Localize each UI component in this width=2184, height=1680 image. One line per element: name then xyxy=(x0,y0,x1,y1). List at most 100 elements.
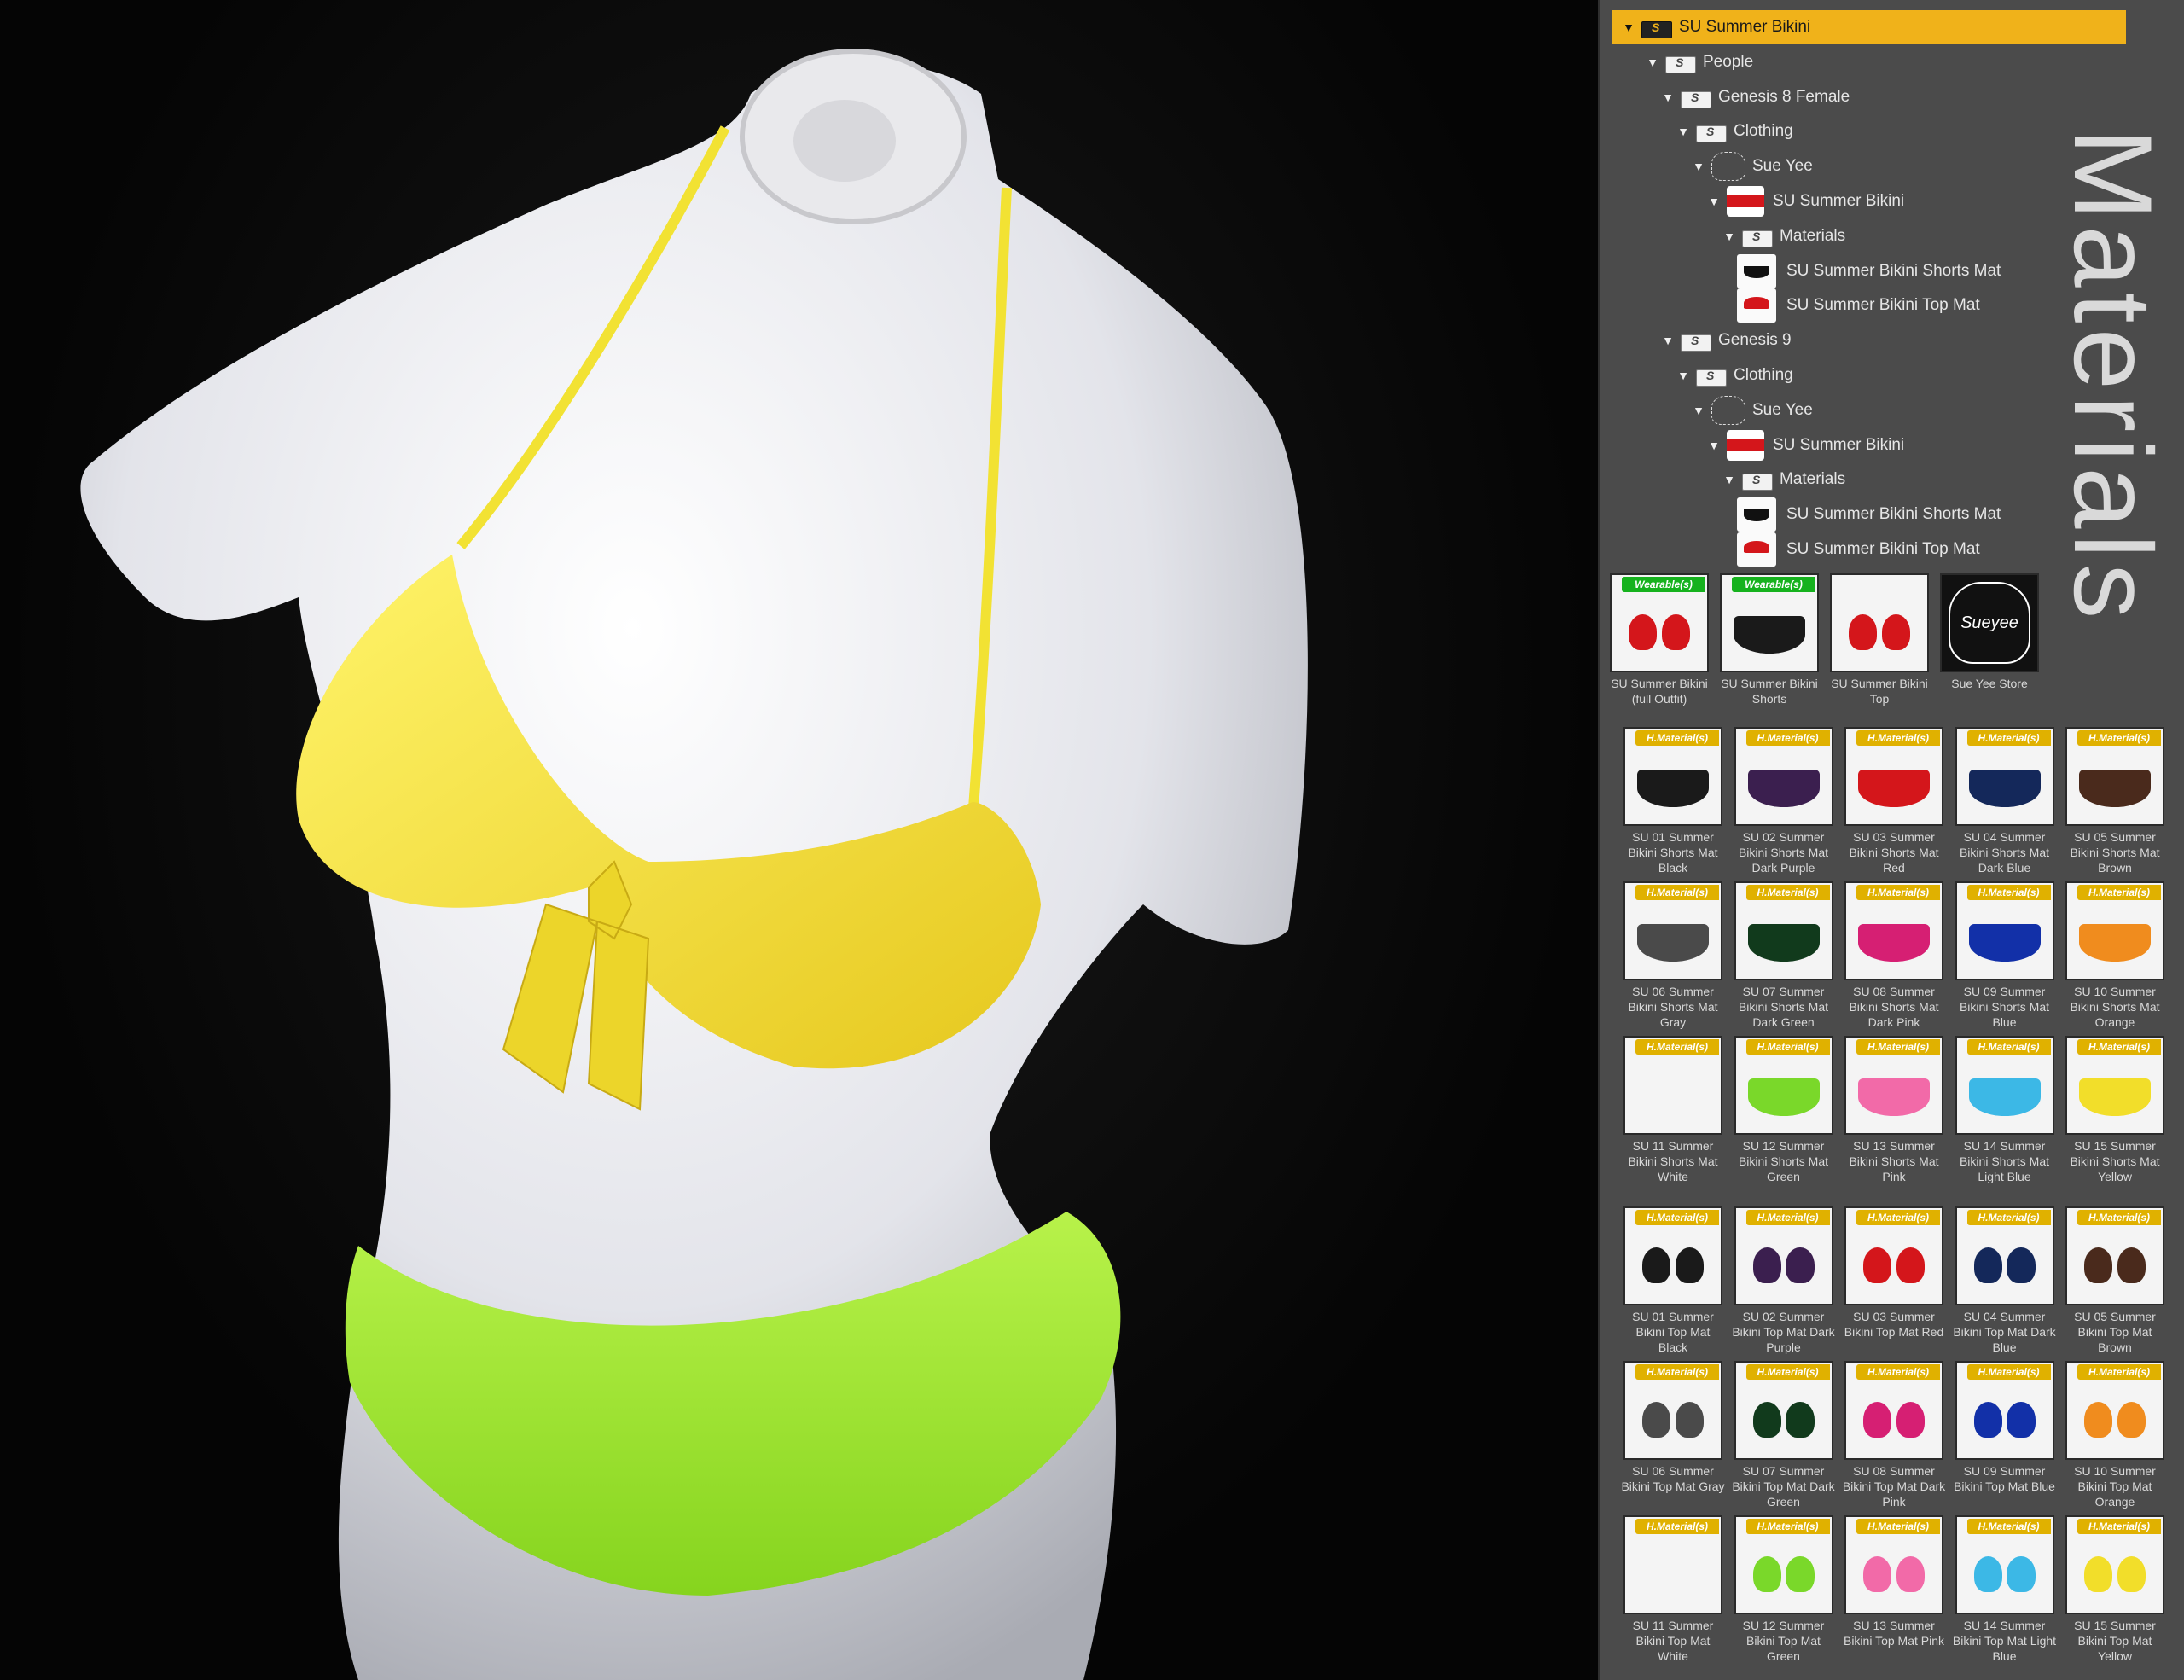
garment-preview xyxy=(1637,924,1709,962)
shorts-tile[interactable]: H.Material(s) SU 06 Summer Bikini Shorts … xyxy=(1621,881,1725,1030)
topmat-tile[interactable]: H.Material(s) SU 13 Summer Bikini Top Mat… xyxy=(1842,1515,1946,1648)
tree-row[interactable]: ▼ People xyxy=(1600,45,1753,79)
top-tile[interactable]: Sueyee Sue Yee Store xyxy=(1937,573,2042,691)
shorts-tile[interactable]: H.Material(s) SU 15 Summer Bikini Shorts … xyxy=(2063,1036,2167,1184)
vendor-icon xyxy=(1711,152,1745,182)
expand-arrow-icon[interactable]: ▼ xyxy=(1706,438,1722,453)
garment-preview xyxy=(1642,1397,1704,1438)
tree-row[interactable]: SU Summer Bikini Top Mat xyxy=(1600,288,1980,323)
tree-row-label: Sue Yee xyxy=(1752,400,1813,419)
material-badge: H.Material(s) xyxy=(1745,1519,1830,1534)
material-badge: H.Material(s) xyxy=(2077,1039,2161,1055)
expand-arrow-icon[interactable]: ▼ xyxy=(1691,403,1706,418)
thumbnail: H.Material(s) xyxy=(1623,727,1722,826)
tree-row[interactable]: ▼ Materials xyxy=(1600,219,1845,253)
folder-icon xyxy=(1641,18,1672,38)
tree-row[interactable]: SU Summer Bikini Shorts Mat xyxy=(1600,497,2001,532)
expand-arrow-icon[interactable]: ▼ xyxy=(1660,90,1676,105)
shorts-tile[interactable]: H.Material(s) SU 07 Summer Bikini Shorts … xyxy=(1732,881,1836,1030)
expand-arrow-icon[interactable]: ▼ xyxy=(1676,368,1691,383)
garment-preview xyxy=(1968,770,2041,807)
topmat-tile[interactable]: H.Material(s) SU 02 Summer Bikini Top Mat… xyxy=(1732,1206,1836,1355)
material-badge: H.Material(s) xyxy=(1635,730,1719,746)
garment-preview xyxy=(2084,1551,2146,1592)
material-badge: H.Material(s) xyxy=(1635,1210,1719,1225)
tree-row-label: SU Summer Bikini Shorts Mat xyxy=(1786,261,2001,280)
tile-caption: SU 06 Summer Bikini Shorts Mat Gray xyxy=(1628,985,1718,1029)
tree-row[interactable]: ▼ Clothing xyxy=(1600,114,1793,148)
topmat-tile[interactable]: H.Material(s) SU 05 Summer Bikini Top Mat… xyxy=(2063,1206,2167,1355)
garment-preview xyxy=(2079,1078,2151,1116)
topmat-tile[interactable]: H.Material(s) SU 07 Summer Bikini Top Mat… xyxy=(1732,1361,1836,1509)
tree-row[interactable]: SU Summer Bikini Top Mat xyxy=(1600,532,1980,567)
topmat-tile[interactable]: H.Material(s) SU 08 Summer Bikini Top Mat… xyxy=(1842,1361,1946,1509)
top-tile[interactable]: Wearable(s) SU Summer Bikini (full Outfit… xyxy=(1607,573,1711,706)
side-title: Materials xyxy=(2051,128,2175,625)
topmat-tile[interactable]: H.Material(s) SU 15 Summer Bikini Top Mat… xyxy=(2063,1515,2167,1664)
shorts-tile[interactable]: H.Material(s) SU 04 Summer Bikini Shorts … xyxy=(1953,727,2057,875)
tree-row-label: Genesis 9 xyxy=(1718,331,1792,350)
expand-arrow-icon[interactable]: ▼ xyxy=(1706,194,1722,209)
shorts-tile[interactable]: H.Material(s) SU 01 Summer Bikini Shorts … xyxy=(1621,727,1725,875)
expand-arrow-icon[interactable]: ▼ xyxy=(1676,124,1691,139)
expand-arrow-icon[interactable]: ▼ xyxy=(1691,159,1706,174)
expand-arrow-icon[interactable]: ▼ xyxy=(1645,55,1660,70)
topmat-tile[interactable]: H.Material(s) SU 12 Summer Bikini Top Mat… xyxy=(1732,1515,1836,1664)
tree-row-label: Clothing xyxy=(1734,366,1793,384)
topmat-tile[interactable]: H.Material(s) SU 04 Summer Bikini Top Mat… xyxy=(1953,1206,2057,1355)
expand-arrow-icon[interactable]: ▼ xyxy=(1722,472,1737,487)
tree-row[interactable]: ▼ Sue Yee xyxy=(1600,149,1813,183)
thumbnail: H.Material(s) xyxy=(1844,881,1943,980)
thumbnail: H.Material(s) xyxy=(2065,1206,2164,1305)
topmat-tile[interactable]: H.Material(s) SU 11 Summer Bikini Top Mat… xyxy=(1621,1515,1725,1664)
shorts-tile[interactable]: H.Material(s) SU 10 Summer Bikini Shorts … xyxy=(2063,881,2167,1030)
garment-preview xyxy=(1642,1551,1704,1592)
shorts-tile[interactable]: H.Material(s) SU 03 Summer Bikini Shorts … xyxy=(1842,727,1946,875)
material-badge: H.Material(s) xyxy=(1856,885,1940,900)
shorts-tile[interactable]: H.Material(s) SU 11 Summer Bikini Shorts … xyxy=(1621,1036,1725,1184)
shorts-tile[interactable]: H.Material(s) SU 08 Summer Bikini Shorts … xyxy=(1842,881,1946,1030)
folder-icon xyxy=(1665,53,1696,73)
topmat-tile[interactable]: H.Material(s) SU 01 Summer Bikini Top Mat… xyxy=(1621,1206,1725,1355)
thumbnail: H.Material(s) xyxy=(1955,1515,2054,1614)
shorts-tile[interactable]: H.Material(s) SU 12 Summer Bikini Shorts … xyxy=(1732,1036,1836,1184)
tree-row[interactable]: ▼ SU Summer Bikini xyxy=(1612,10,2126,44)
expand-arrow-icon[interactable]: ▼ xyxy=(1660,333,1676,348)
top-tile[interactable]: Wearable(s) SU Summer Bikini Shorts xyxy=(1717,573,1821,706)
vendor-icon xyxy=(1711,395,1745,425)
material-badge: H.Material(s) xyxy=(1745,885,1830,900)
expand-arrow-icon[interactable]: ▼ xyxy=(1621,20,1636,35)
tile-caption: SU 01 Summer Bikini Top Mat Black xyxy=(1632,1310,1714,1354)
topmat-tile[interactable]: H.Material(s) SU 09 Summer Bikini Top Mat… xyxy=(1953,1361,2057,1494)
shorts-tile[interactable]: H.Material(s) SU 14 Summer Bikini Shorts … xyxy=(1953,1036,2057,1184)
tree-row[interactable]: ▼ SU Summer Bikini xyxy=(1600,428,1904,462)
topmat-tile[interactable]: H.Material(s) SU 10 Summer Bikini Top Mat… xyxy=(2063,1361,2167,1509)
shorts-tile[interactable]: H.Material(s) SU 09 Summer Bikini Shorts … xyxy=(1953,881,2057,1030)
tile-caption: SU 10 Summer Bikini Top Mat Orange xyxy=(2074,1464,2156,1509)
thumbnail: H.Material(s) xyxy=(1844,727,1943,826)
topmat-tile[interactable]: H.Material(s) SU 14 Summer Bikini Top Mat… xyxy=(1953,1515,2057,1664)
tree-row[interactable]: ▼ Sue Yee xyxy=(1600,393,1813,427)
folder-icon xyxy=(1696,122,1727,143)
top-tile[interactable]: SU Summer Bikini Top xyxy=(1827,573,1931,706)
tree-row[interactable]: ▼ Genesis 9 xyxy=(1600,323,1792,358)
tile-caption: SU 11 Summer Bikini Shorts Mat White xyxy=(1628,1139,1718,1183)
tree-row[interactable]: SU Summer Bikini Shorts Mat xyxy=(1600,253,2001,288)
shorts-tile[interactable]: H.Material(s) SU 13 Summer Bikini Shorts … xyxy=(1842,1036,1946,1184)
tree-row[interactable]: ▼ Clothing xyxy=(1600,358,1793,392)
shorts-tile[interactable]: H.Material(s) SU 02 Summer Bikini Shorts … xyxy=(1732,727,1836,875)
material-badge: H.Material(s) xyxy=(1745,1364,1830,1380)
tile-caption: SU 04 Summer Bikini Top Mat Dark Blue xyxy=(1953,1310,2056,1354)
tile-caption: SU 08 Summer Bikini Shorts Mat Dark Pink xyxy=(1849,985,1939,1029)
garment-preview xyxy=(1858,924,1930,962)
tree-row[interactable]: ▼ Genesis 8 Female xyxy=(1600,80,1850,114)
topmat-tile[interactable]: H.Material(s) SU 03 Summer Bikini Top Mat… xyxy=(1842,1206,1946,1340)
shorts-tile[interactable]: H.Material(s) SU 05 Summer Bikini Shorts … xyxy=(2063,727,2167,875)
tree-row[interactable]: ▼ Materials xyxy=(1600,462,1845,497)
topmat-tile[interactable]: H.Material(s) SU 06 Summer Bikini Top Mat… xyxy=(1621,1361,1725,1494)
tree-row-label: Genesis 8 Female xyxy=(1718,87,1850,106)
garment-preview xyxy=(1863,1397,1925,1438)
expand-arrow-icon[interactable]: ▼ xyxy=(1722,229,1737,244)
thumbnail: H.Material(s) xyxy=(1623,1036,1722,1135)
tree-row[interactable]: ▼ SU Summer Bikini xyxy=(1600,184,1904,218)
